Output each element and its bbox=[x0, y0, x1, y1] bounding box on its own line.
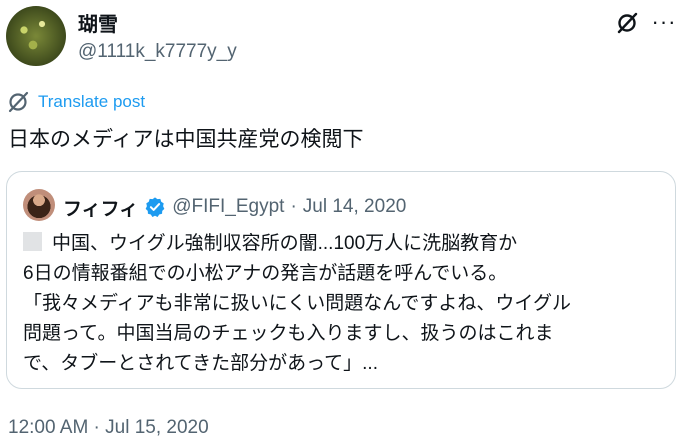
placeholder-square-icon bbox=[23, 232, 42, 251]
quoted-author-name[interactable]: フィフィ bbox=[63, 194, 138, 221]
quoted-post-text: 中国、ウイグル強制収容所の闇...100万人に洗脳教育か 6日の情報番組での小松… bbox=[23, 229, 668, 379]
more-options-button[interactable]: ··· bbox=[650, 8, 678, 36]
quoted-post-line: 6日の情報番組での小松アナの発言が話題を呼んでいる。 bbox=[23, 263, 508, 284]
quoted-post-line: で、タブーとされてきた部分があって」... bbox=[23, 353, 378, 374]
translate-post-link[interactable]: Translate post bbox=[6, 90, 145, 114]
author-name[interactable]: 瑚雪 bbox=[78, 8, 118, 37]
translate-label: Translate post bbox=[38, 92, 146, 111]
quoted-post[interactable]: フィフィ @FIFI_Egypt · Jul 14, 2020 中国、ウイグル強… bbox=[6, 171, 676, 389]
quoted-post-line: 問題って。中国当局のチェックも入りますし、扱うのはこれま bbox=[23, 323, 554, 344]
author-avatar[interactable] bbox=[6, 6, 66, 66]
quoted-author-avatar[interactable] bbox=[23, 189, 55, 221]
quoted-author-handle[interactable]: @FIFI_Egypt bbox=[172, 196, 284, 218]
quoted-post-header: フィフィ @FIFI_Egypt · Jul 14, 2020 bbox=[63, 194, 406, 220]
more-icon: ··· bbox=[651, 9, 677, 34]
translate-icon bbox=[6, 90, 30, 114]
quoted-post-date[interactable]: Jul 14, 2020 bbox=[303, 196, 407, 218]
post-timestamp[interactable]: 12:00 AM · Jul 15, 2020 bbox=[8, 417, 209, 439]
grok-button[interactable] bbox=[614, 10, 640, 36]
separator-dot: · bbox=[290, 196, 297, 217]
verified-badge-icon bbox=[144, 196, 166, 218]
author-handle[interactable]: @1111k_k7777y_y bbox=[78, 41, 237, 63]
grok-icon bbox=[617, 12, 638, 34]
quoted-line-text: 中国、ウイグル強制収容所の闇...100万人に洗脳教育か bbox=[52, 233, 518, 254]
quoted-post-line: 「我々メディアも非常に扱いにくい問題なんですよね、ウイグル bbox=[23, 293, 571, 314]
quoted-post-line: 中国、ウイグル強制収容所の闇...100万人に洗脳教育か bbox=[23, 229, 668, 259]
post-text: 日本のメディアは中国共産党の検閲下 bbox=[8, 128, 364, 151]
